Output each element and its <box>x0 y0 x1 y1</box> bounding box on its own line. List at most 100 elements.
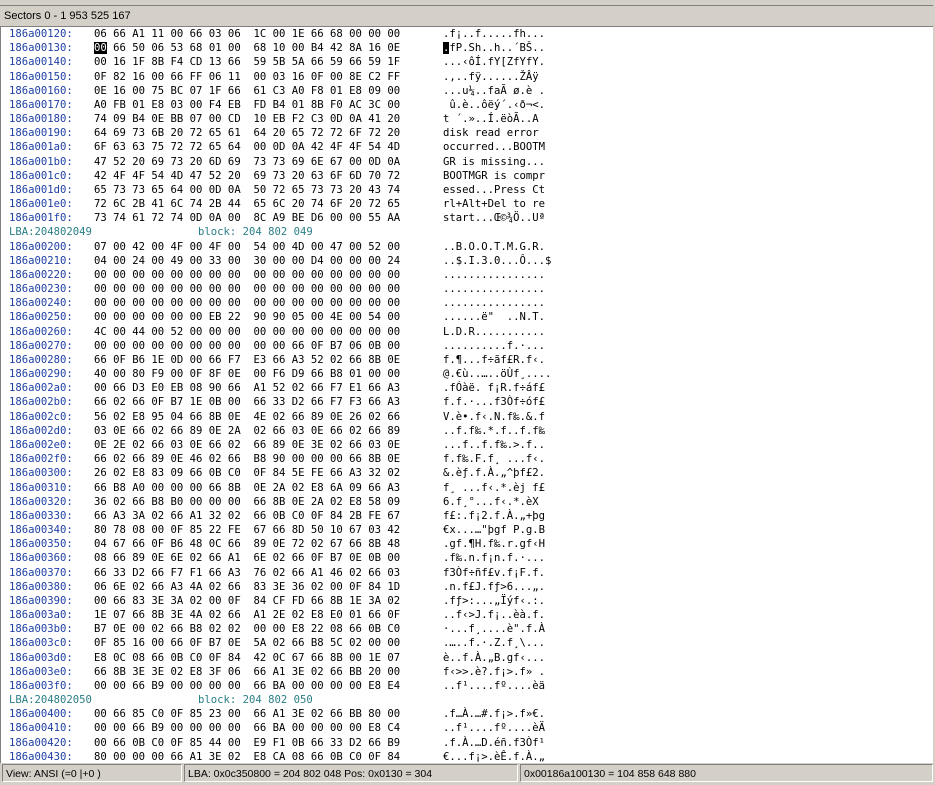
hex-bytes[interactable]: 00 00 00 00 00 00 00 00 00 00 00 00 00 0… <box>94 282 400 296</box>
ascii-text[interactable]: GR is missing... <box>443 155 545 169</box>
hex-bytes[interactable]: 00 00 66 B9 00 00 00 00 66 BA 00 00 00 0… <box>94 679 400 693</box>
ascii-text[interactable]: f3Òf÷ñf£v.f¡F.f. <box>443 566 545 580</box>
ascii-text[interactable]: ...f..f.f‰.>.f.. <box>443 438 545 452</box>
ascii-text[interactable]: start...Œ©¾Ö..Uª <box>443 211 545 225</box>
ascii-text[interactable]: è..f.À.„B.gf‹... <box>443 651 545 665</box>
hex-bytes[interactable]: 66 02 66 89 0E 46 02 66 B8 90 00 00 00 6… <box>94 452 400 466</box>
ascii-text[interactable]: BOOTMGR is compr <box>443 169 545 183</box>
ascii-text[interactable]: .fP.Sh..h..´BŠ.. <box>443 41 545 55</box>
hex-bytes[interactable]: 00 66 D3 E0 EB 08 90 66 A1 52 02 66 F7 E… <box>94 381 400 395</box>
ascii-text[interactable]: V.è•.f‹.N.f‰.&.f <box>443 410 545 424</box>
ascii-text[interactable]: ..f.f‰.*.f..f.f‰ <box>443 424 545 438</box>
ascii-text[interactable]: .f‰.n.f¡n.f.·... <box>443 551 545 565</box>
hex-bytes[interactable]: 07 00 42 00 4F 00 4F 00 54 00 4D 00 47 0… <box>94 240 400 254</box>
ascii-text[interactable]: f.f‰.F.f¸ ...f‹. <box>443 452 545 466</box>
hex-bytes[interactable]: 72 6C 2B 41 6C 74 2B 44 65 6C 20 74 6F 2… <box>94 197 400 211</box>
hex-bytes[interactable]: 03 0E 66 02 66 89 0E 2A 02 66 03 0E 66 0… <box>94 424 400 438</box>
hex-bytes[interactable]: 56 02 E8 95 04 66 8B 0E 4E 02 66 89 0E 2… <box>94 410 400 424</box>
ascii-text[interactable]: L.D.R........... <box>443 325 545 339</box>
hex-bytes[interactable]: 64 69 73 6B 20 72 65 61 64 20 65 72 72 6… <box>94 126 400 140</box>
hex-bytes[interactable]: 04 67 66 0F B6 48 0C 66 89 0E 72 02 67 6… <box>94 537 400 551</box>
ascii-text[interactable]: rl+Alt+Del to re <box>443 197 545 211</box>
ascii-text[interactable]: ...‹ôÍ.fY[ZfYfY. <box>443 55 545 69</box>
hex-bytes[interactable]: 4C 00 44 00 52 00 00 00 00 00 00 00 00 0… <box>94 325 400 339</box>
ascii-text[interactable]: ......ë" ..N.T. <box>443 310 545 324</box>
hex-cursor[interactable]: 00 <box>94 42 107 55</box>
ascii-text[interactable]: .fƒ>:...„Ïýf‹.:. <box>443 594 545 608</box>
ascii-text[interactable]: €x...…"þgf P.g.B <box>443 523 545 537</box>
ascii-text[interactable]: t ´.»..Í.ëòÃ..A <box>443 112 545 126</box>
hex-bytes[interactable]: E8 0C 08 66 0B C0 0F 84 42 0C 67 66 8B 0… <box>94 651 400 665</box>
ascii-text[interactable]: ..........f.·... <box>443 339 545 353</box>
ascii-text[interactable]: @.€ù..…..öÙf¸.... <box>443 367 551 381</box>
hex-bytes[interactable]: 66 33 D2 66 F7 F1 66 A3 76 02 66 A1 46 0… <box>94 566 400 580</box>
ascii-text[interactable]: ................ <box>443 282 545 296</box>
hex-bytes[interactable]: 06 66 A1 11 00 66 03 06 1C 00 1E 66 68 0… <box>94 27 400 41</box>
hex-bytes[interactable]: 06 6E 02 66 A3 4A 02 66 83 3E 36 02 00 0… <box>94 580 400 594</box>
ascii-text[interactable]: ................ <box>443 268 545 282</box>
hex-bytes[interactable]: 74 09 B4 0E BB 07 00 CD 10 EB F2 C3 0D 0… <box>94 112 400 126</box>
hex-view[interactable]: 186a00120: 06 66 A1 11 00 66 03 06 1C 00 … <box>0 26 933 763</box>
hex-bytes[interactable]: B7 0E 00 02 66 B8 02 02 00 00 E8 22 08 6… <box>94 622 400 636</box>
hex-bytes[interactable]: 00 66 50 06 53 68 01 00 68 10 00 B4 42 8… <box>94 41 400 55</box>
hex-bytes[interactable]: 00 00 00 00 00 00 00 00 00 00 00 00 00 0… <box>94 268 400 282</box>
ascii-text[interactable]: f¸ ...f‹.*.èj f£ <box>443 481 545 495</box>
ascii-text[interactable]: €...f¡>.èÊ.f.À.„ <box>443 750 545 763</box>
hex-bytes[interactable]: 04 00 24 00 49 00 33 00 30 00 00 D4 00 0… <box>94 254 400 268</box>
ascii-text[interactable]: ..f¹....fº....èä <box>443 679 545 693</box>
hex-bytes[interactable]: 36 02 66 B8 B0 00 00 00 66 8B 0E 2A 02 E… <box>94 495 400 509</box>
hex-bytes[interactable]: 00 66 83 3E 3A 02 00 0F 84 CF FD 66 8B 1… <box>94 594 400 608</box>
ascii-text[interactable]: ·...f¸....è".f.À <box>443 622 545 636</box>
ascii-text[interactable]: .n.f£J.fƒ>6...„. <box>443 580 545 594</box>
ascii-text[interactable]: f‹>>.è?.f¡>.f» . <box>443 665 545 679</box>
ascii-text[interactable]: .f…À.…#.f¡>.f»€. <box>443 707 545 721</box>
hex-bytes[interactable]: 1E 07 66 8B 3E 4A 02 66 A1 2E 02 E8 E0 0… <box>94 608 400 622</box>
hex-bytes[interactable]: 73 74 61 72 74 0D 0A 00 8C A9 BE D6 00 0… <box>94 211 400 225</box>
ascii-text[interactable]: f.¶...f÷ãf£R.f‹. <box>443 353 545 367</box>
ascii-text[interactable]: .‚..fÿ......ŽÂÿ <box>443 70 539 84</box>
hex-bytes[interactable]: 47 52 20 69 73 20 6D 69 73 73 69 6E 67 0… <box>94 155 400 169</box>
hex-bytes[interactable]: 08 66 89 0E 6E 02 66 A1 6E 02 66 0F B7 0… <box>94 551 400 565</box>
hex-bytes[interactable]: 0F 82 16 00 66 FF 06 11 00 03 16 0F 00 8… <box>94 70 400 84</box>
hex-bytes[interactable]: 65 73 73 65 64 00 0D 0A 50 72 65 73 73 2… <box>94 183 400 197</box>
ascii-text[interactable]: occurred...BOOTM <box>443 140 545 154</box>
hex-bytes[interactable]: 0E 2E 02 66 03 0E 66 02 66 89 0E 3E 02 6… <box>94 438 400 452</box>
ascii-text[interactable]: 6.f¸°...f‹.*.èX <box>443 495 545 509</box>
ascii-text[interactable]: ..B.O.O.T.M.G.R. <box>443 240 545 254</box>
hex-bytes[interactable]: 00 16 1F 8B F4 CD 13 66 59 5B 5A 66 59 6… <box>94 55 400 69</box>
hex-bytes[interactable]: 66 B8 A0 00 00 00 66 8B 0E 2A 02 E8 6A 0… <box>94 481 400 495</box>
hex-bytes[interactable]: 66 02 66 0F B7 1E 0B 00 66 33 D2 66 F7 F… <box>94 395 400 409</box>
ascii-text[interactable]: disk read error <box>443 126 545 140</box>
ascii-text[interactable]: ..f‹>J.f¡..èà.f. <box>443 608 545 622</box>
hex-bytes[interactable]: 00 00 00 00 00 00 00 00 00 00 00 00 00 0… <box>94 296 400 310</box>
ascii-text[interactable]: ...u¼..faÃ ø.è . <box>443 84 545 98</box>
hex-bytes[interactable]: 26 02 E8 83 09 66 0B C0 0F 84 5E FE 66 A… <box>94 466 400 480</box>
ascii-text[interactable]: .f¡..f.....fh... <box>443 27 545 41</box>
ascii-text[interactable]: f.f.·...f3Òf÷óf£ <box>443 395 545 409</box>
ascii-text[interactable]: ..$.I.3.0...Ô...$ <box>443 254 551 268</box>
ascii-text[interactable]: &.èƒ.f.À.„^þf£2. <box>443 466 545 480</box>
hex-bytes[interactable]: A0 FB 01 E8 03 00 F4 EB FD B4 01 8B F0 A… <box>94 98 400 112</box>
ascii-text[interactable]: .gf.¶H.f‰.r.gf‹H <box>443 537 545 551</box>
ascii-text[interactable]: essed...Press Ct <box>443 183 545 197</box>
ascii-text[interactable]: .f.À.…D.éñ.f3Òf¹ <box>443 736 545 750</box>
hex-bytes[interactable]: 66 8B 3E 3E 02 E8 3F 06 66 A1 3E 02 66 B… <box>94 665 400 679</box>
hex-bytes[interactable]: 6F 63 63 75 72 72 65 64 00 0D 0A 42 4F 4… <box>94 140 400 154</box>
hex-bytes[interactable]: 00 66 0B C0 0F 85 44 00 E9 F1 0B 66 33 D… <box>94 736 400 750</box>
hex-bytes[interactable]: 42 4F 4F 54 4D 47 52 20 69 73 20 63 6F 6… <box>94 169 400 183</box>
hex-bytes[interactable]: 66 0F B6 1E 0D 00 66 F7 E3 66 A3 52 02 6… <box>94 353 400 367</box>
ascii-text[interactable]: .fÓàë. f¡R.f÷áf£ <box>443 381 545 395</box>
ascii-text[interactable]: .…..f.·.Z.f¸\... <box>443 636 545 650</box>
hex-bytes[interactable]: 0E 16 00 75 BC 07 1F 66 61 C3 A0 F8 01 E… <box>94 84 400 98</box>
hex-bytes[interactable]: 00 00 00 00 00 00 00 00 00 00 66 0F B7 0… <box>94 339 400 353</box>
hex-bytes[interactable]: 80 00 00 00 66 A1 3E 02 E8 CA 08 66 0B C… <box>94 750 400 763</box>
ascii-text[interactable]: ................ <box>443 296 545 310</box>
ascii-text[interactable]: f£:.f¡2.f.À.„+þg <box>443 509 545 523</box>
ascii-text[interactable]: û.è..ôëý´.‹ð¬<. <box>443 98 545 112</box>
ascii-text[interactable]: ..f¹....fº....èÄ <box>443 721 545 735</box>
hex-bytes[interactable]: 0F 85 16 00 66 0F B7 0E 5A 02 66 B8 5C 0… <box>94 636 400 650</box>
hex-bytes[interactable]: 80 78 08 00 0F 85 22 FE 67 66 8D 50 10 6… <box>94 523 400 537</box>
hex-bytes[interactable]: 00 66 85 C0 0F 85 23 00 66 A1 3E 02 66 B… <box>94 707 400 721</box>
hex-bytes[interactable]: 00 00 66 B9 00 00 00 00 66 BA 00 00 00 0… <box>94 721 400 735</box>
hex-bytes[interactable]: 66 A3 3A 02 66 A1 32 02 66 0B C0 0F 84 2… <box>94 509 400 523</box>
